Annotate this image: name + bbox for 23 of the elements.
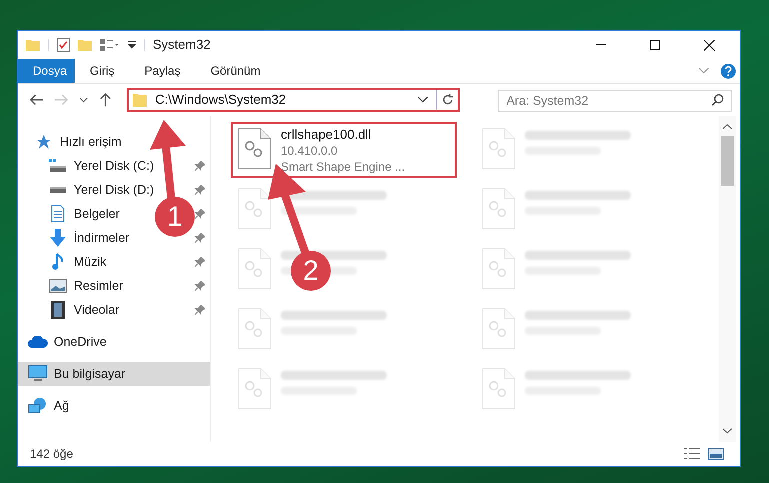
sidebar-item[interactable]: Ağ (18, 394, 210, 418)
search-field[interactable]: Ara: System32 (498, 90, 732, 112)
address-bar[interactable]: C:\Windows\System32 (127, 88, 460, 112)
ribbon-tab[interactable]: Görünüm (196, 59, 276, 83)
sidebar-item[interactable]: Hızlı erişim (18, 130, 210, 154)
ribbon-tab[interactable]: Paylaş (130, 59, 196, 83)
sidebar-item[interactable]: Yerel Disk (C:) (46, 154, 162, 178)
sidebar-item[interactable]: OneDrive (18, 330, 210, 354)
sidebar-item[interactable]: Resimler (46, 274, 132, 298)
sidebar-item[interactable]: Bu bilgisayar (18, 362, 210, 386)
file-version: 10.410.0.0 (281, 143, 339, 159)
address-path: C:\Windows\System32 (155, 91, 288, 110)
ribbon-tab[interactable]: Giriş (75, 59, 130, 83)
ribbon-tab[interactable]: Dosya (18, 59, 75, 83)
item-count: 142 öğe (30, 446, 74, 463)
sidebar-item[interactable]: İndirmeler (46, 226, 138, 250)
sidebar-item[interactable]: Videolar (46, 298, 128, 322)
sidebar-item[interactable]: Müzik (46, 250, 115, 274)
file-item[interactable]: crllshape100.dll 10.410.0.0 Smart Shape Engine ... (231, 122, 457, 178)
window-title: System32 (153, 36, 211, 54)
sidebar-item[interactable]: Belgeler (46, 202, 128, 226)
file-name: crllshape100.dll (281, 127, 372, 143)
file-description: Smart Shape Engine ... (281, 159, 406, 175)
